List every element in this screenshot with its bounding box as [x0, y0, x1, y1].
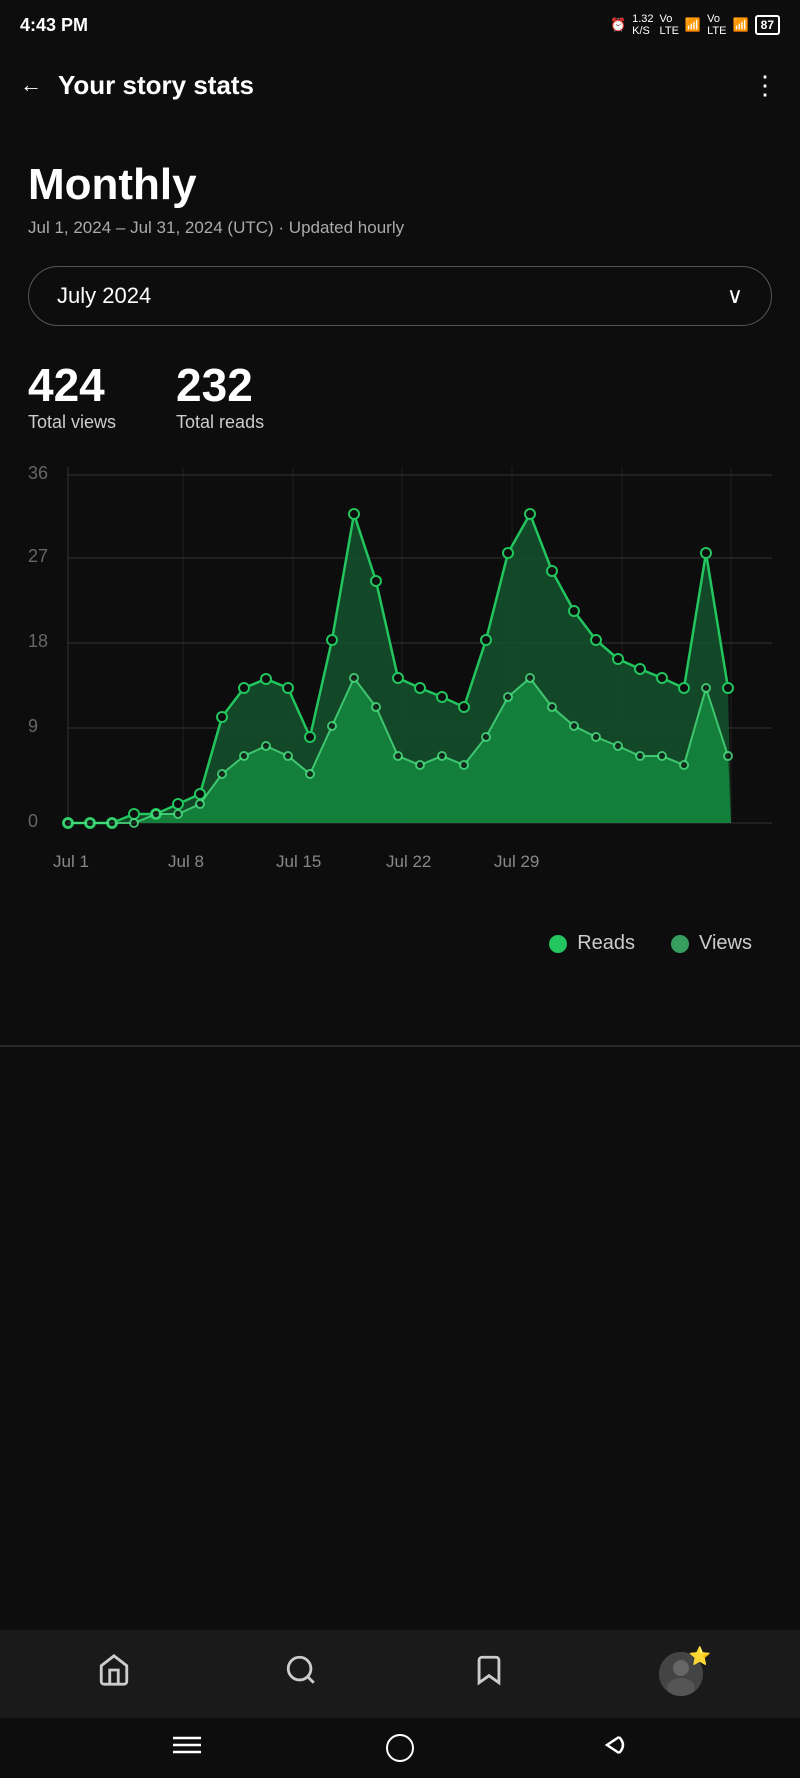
- page-title: Your story stats: [58, 70, 254, 101]
- data-speed: 1.32K/S: [632, 13, 653, 37]
- legend-views: Views: [671, 932, 752, 955]
- y-label-0: 0: [28, 811, 38, 831]
- y-label-36: 36: [28, 463, 48, 483]
- views-legend-dot: [671, 935, 689, 953]
- system-bar: [0, 1718, 800, 1778]
- section-divider: [0, 1045, 800, 1047]
- menu-button[interactable]: [173, 1735, 201, 1761]
- battery-level: 87: [755, 15, 780, 35]
- stats-chart: 36 27 18 9 0: [28, 457, 772, 897]
- nav-bookmarks[interactable]: [472, 1653, 506, 1695]
- chart-legend: Reads Views: [28, 922, 772, 965]
- x-label-jul1: Jul 1: [53, 852, 89, 871]
- x-label-jul8: Jul 8: [168, 852, 204, 871]
- status-bar: 4:43 PM ⏰ 1.32K/S VoLTE 📶 VoLTE 📶 87: [0, 0, 800, 50]
- total-views-label: Total views: [28, 412, 116, 433]
- x-label-jul29: Jul 29: [494, 852, 539, 871]
- total-reads-label: Total reads: [176, 412, 264, 433]
- home-system-button[interactable]: [386, 1734, 414, 1762]
- total-reads-number: 232: [176, 362, 264, 408]
- more-options-button[interactable]: ⋮: [752, 70, 780, 101]
- x-label-jul15: Jul 15: [276, 852, 321, 871]
- y-label-18: 18: [28, 631, 48, 651]
- bookmark-icon: [472, 1653, 506, 1695]
- legend-reads: Reads: [549, 932, 635, 955]
- nav-home[interactable]: [97, 1653, 131, 1695]
- period-label: Monthly: [28, 160, 772, 210]
- status-time: 4:43 PM: [20, 15, 88, 36]
- home-icon: [97, 1653, 131, 1695]
- status-right: ⏰ 1.32K/S VoLTE 📶 VoLTE 📶 87: [610, 13, 780, 37]
- y-label-9: 9: [28, 716, 38, 736]
- toolbar-left: ← Your story stats: [20, 70, 254, 101]
- alarm-icon: ⏰: [610, 17, 626, 33]
- toolbar: ← Your story stats ⋮: [0, 50, 800, 120]
- bottom-nav: ⭐: [0, 1630, 800, 1718]
- search-icon: [284, 1653, 318, 1695]
- back-system-button[interactable]: [599, 1733, 627, 1763]
- vo-lte1: VoLTE: [660, 13, 679, 37]
- total-views-stat: 424 Total views: [28, 362, 116, 433]
- main-content: Monthly Jul 1, 2024 – Jul 31, 2024 (UTC)…: [0, 120, 800, 1005]
- nav-profile[interactable]: ⭐: [659, 1652, 703, 1696]
- stats-row: 424 Total views 232 Total reads: [28, 362, 772, 433]
- profile-star-icon: ⭐: [689, 1646, 711, 1667]
- month-selector-label: July 2024: [57, 283, 151, 309]
- vo-lte2: VoLTE: [707, 13, 726, 37]
- x-label-jul22: Jul 22: [386, 852, 431, 871]
- reads-legend-dot: [549, 935, 567, 953]
- chart-container: 36 27 18 9 0: [28, 457, 772, 902]
- reads-legend-label: Reads: [577, 932, 635, 955]
- nav-search[interactable]: [284, 1653, 318, 1695]
- total-views-number: 424: [28, 362, 116, 408]
- chevron-down-icon: ∨: [727, 283, 743, 309]
- back-button[interactable]: ←: [20, 72, 42, 98]
- signal-icon-2: 📶: [732, 17, 748, 33]
- month-selector-button[interactable]: July 2024 ∨: [28, 266, 772, 326]
- period-range: Jul 1, 2024 – Jul 31, 2024 (UTC) · Updat…: [28, 218, 772, 238]
- y-label-27: 27: [28, 546, 48, 566]
- signal-icon-1: 📶: [685, 17, 701, 33]
- views-legend-label: Views: [699, 932, 752, 955]
- total-reads-stat: 232 Total reads: [176, 362, 264, 433]
